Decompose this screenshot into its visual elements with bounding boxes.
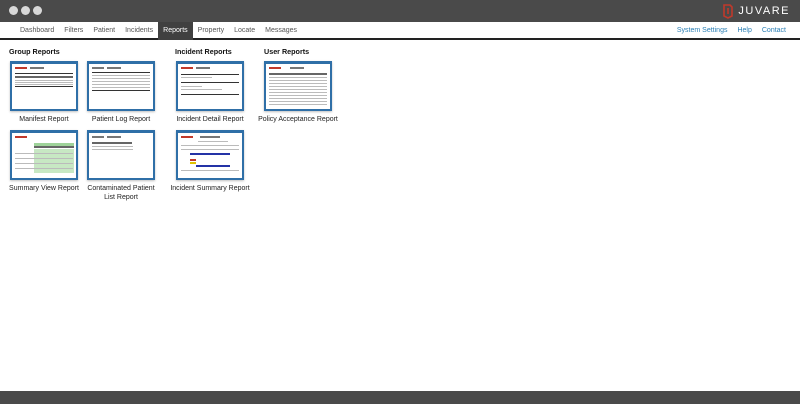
window-minimize-dot[interactable]	[21, 6, 30, 15]
nav-item-locate[interactable]: Locate	[229, 22, 260, 40]
incident-summary-report-tile[interactable]: Incident Summary Report	[170, 130, 250, 193]
manifest-report-tile[interactable]: Manifest Report	[4, 61, 84, 124]
nav-utility-links: System Settings Help Contact	[677, 22, 786, 40]
manifest-report-thumbnail[interactable]	[10, 61, 78, 111]
summary-view-report-thumbnail[interactable]	[10, 130, 78, 180]
policy-acceptance-report-label[interactable]: Policy Acceptance Report	[258, 115, 338, 124]
patient-log-report-thumbnail[interactable]	[87, 61, 155, 111]
title-bar: JUVARE	[0, 0, 800, 22]
contaminated-patient-list-report-label[interactable]: Contaminated Patient List Report	[81, 184, 161, 202]
brand-name: JUVARE	[738, 5, 790, 17]
nav-item-patient[interactable]: Patient	[88, 22, 120, 40]
policy-acceptance-report-thumbnail[interactable]	[264, 61, 332, 111]
contaminated-patient-list-report-tile[interactable]: Contaminated Patient List Report	[81, 130, 161, 202]
window-maximize-dot[interactable]	[33, 6, 42, 15]
footer-bar	[0, 391, 800, 404]
incident-detail-report-tile[interactable]: Incident Detail Report	[170, 61, 250, 124]
incident-summary-report-thumbnail[interactable]	[176, 130, 244, 180]
summary-view-report-label[interactable]: Summary View Report	[4, 184, 84, 193]
incident-detail-report-thumbnail[interactable]	[176, 61, 244, 111]
help-link[interactable]: Help	[737, 22, 751, 40]
summary-view-report-tile[interactable]: Summary View Report	[4, 130, 84, 193]
nav-item-messages[interactable]: Messages	[260, 22, 302, 40]
contaminated-patient-list-report-thumbnail[interactable]	[87, 130, 155, 180]
user-reports-heading: User Reports	[264, 47, 310, 56]
nav-item-reports[interactable]: Reports	[158, 22, 193, 40]
contact-link[interactable]: Contact	[762, 22, 786, 40]
incident-reports-heading: Incident Reports	[175, 47, 232, 56]
main-nav: Dashboard Filters Patient Incidents Repo…	[0, 22, 800, 40]
manifest-report-label[interactable]: Manifest Report	[4, 115, 84, 124]
nav-item-dashboard[interactable]: Dashboard	[15, 22, 59, 40]
patient-log-report-tile[interactable]: Patient Log Report	[81, 61, 161, 124]
nav-item-property[interactable]: Property	[193, 22, 229, 40]
incident-detail-report-label[interactable]: Incident Detail Report	[170, 115, 250, 124]
system-settings-link[interactable]: System Settings	[677, 22, 728, 40]
group-reports-heading: Group Reports	[9, 47, 60, 56]
nav-menu: Dashboard Filters Patient Incidents Repo…	[15, 22, 302, 40]
nav-item-incidents[interactable]: Incidents	[120, 22, 158, 40]
brand-logo: JUVARE	[722, 3, 790, 19]
juvare-logo-icon	[723, 3, 734, 19]
policy-acceptance-report-tile[interactable]: Policy Acceptance Report	[258, 61, 338, 124]
patient-log-report-label[interactable]: Patient Log Report	[81, 115, 161, 124]
window-close-dot[interactable]	[9, 6, 18, 15]
nav-item-filters[interactable]: Filters	[59, 22, 88, 40]
incident-summary-report-label[interactable]: Incident Summary Report	[170, 184, 250, 193]
